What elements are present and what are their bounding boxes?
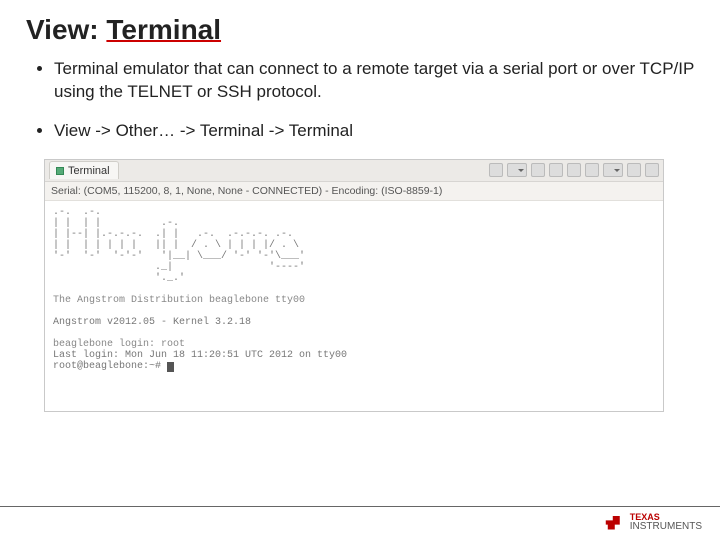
bullet-item: View -> Other… -> Terminal -> Terminal (54, 120, 694, 143)
ascii-art: .-. .-. | | | | .-. | |--| |.-.-.-. .| |… (53, 207, 305, 284)
login-prompt: beaglebone login: root (53, 339, 185, 350)
bullet-item: Terminal emulator that can connect to a … (54, 58, 694, 104)
scroll-lock-icon[interactable] (585, 163, 599, 177)
terminal-tab-label: Terminal (68, 165, 110, 177)
connect-icon[interactable] (489, 163, 503, 177)
title-keyword: Terminal (106, 14, 221, 45)
ti-logo-icon (604, 516, 624, 530)
title-prefix: View: (26, 14, 106, 45)
last-login: Last login: Mon Jun 18 11:20:51 UTC 2012… (53, 350, 347, 361)
ti-brand: TEXAS INSTRUMENTS (630, 513, 702, 532)
cursor-icon (167, 362, 174, 372)
terminal-output[interactable]: .-. .-. | | | | .-. | |--| |.-.-.-. .| |… (45, 201, 663, 411)
slide-footer: TEXAS INSTRUMENTS (0, 506, 720, 532)
disconnect-icon[interactable] (531, 163, 545, 177)
terminal-tab[interactable]: Terminal (49, 161, 119, 179)
terminal-icon (56, 167, 64, 175)
menu-dropdown-icon[interactable] (603, 163, 623, 177)
terminal-view: Terminal Serial: (COM5, 115200, 8, 1, No… (44, 159, 664, 412)
bullet-list: Terminal emulator that can connect to a … (26, 58, 694, 143)
kernel-line: Angstrom v2012.05 - Kernel 3.2.18 (53, 317, 251, 328)
connection-status: Serial: (COM5, 115200, 8, 1, None, None … (45, 182, 663, 201)
shell-prompt: root@beaglebone:~# (53, 361, 167, 372)
distro-line: The Angstrom Distribution beaglebone tty… (53, 295, 305, 306)
brand-bottom: INSTRUMENTS (630, 521, 702, 532)
terminal-tabbar: Terminal (45, 160, 663, 182)
connect-dropdown-icon[interactable] (507, 163, 527, 177)
settings-icon[interactable] (549, 163, 563, 177)
toggle-icon[interactable] (567, 163, 581, 177)
maximize-icon[interactable] (645, 163, 659, 177)
slide-title: View: Terminal (26, 14, 694, 46)
minimize-icon[interactable] (627, 163, 641, 177)
